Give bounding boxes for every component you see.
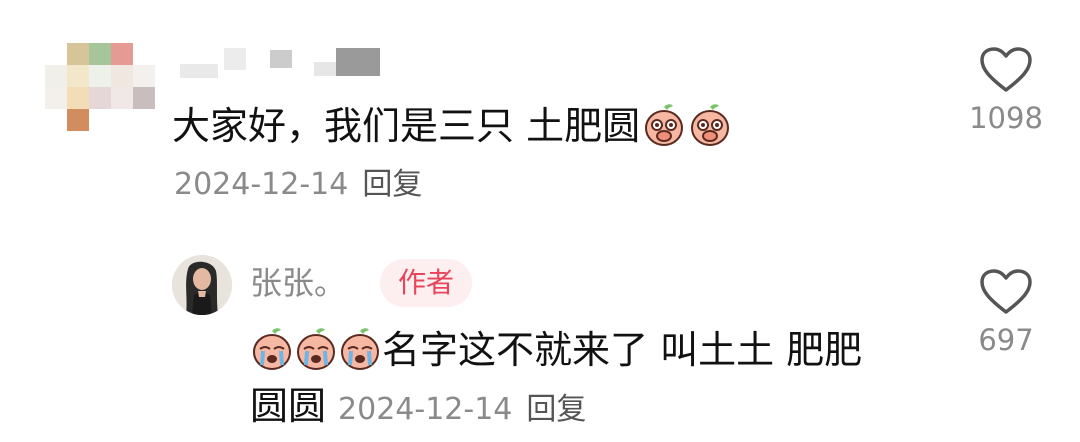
author-badge: 作者 <box>380 259 473 307</box>
reply-text: 名字这不就来了 叫土土 肥肥 圆圆 2024-12-14 回复 <box>250 322 950 438</box>
comment-thread: 大家好，我们是三只 土肥圆 2024-12-14 回复 1098 张张。 作者 名… <box>0 0 1080 442</box>
like-count: 1098 <box>969 101 1043 135</box>
peach-cover-face-emoji <box>642 103 686 147</box>
comment-text: 大家好，我们是三只 土肥圆 <box>172 100 732 152</box>
reply-date: 2024-12-14 <box>338 392 513 427</box>
heart-icon[interactable] <box>966 268 1046 316</box>
comment-meta: 2024-12-14 回复 <box>174 165 422 205</box>
reply-avatar[interactable] <box>172 255 232 315</box>
reply-username[interactable]: 张张。 <box>250 263 346 303</box>
peach-crying-emoji <box>250 327 294 371</box>
reply-text-line2: 圆圆 <box>250 384 327 428</box>
reply-reply-button[interactable]: 回复 <box>526 392 586 427</box>
peach-cover-face-emoji <box>688 103 732 147</box>
comment-date: 2024-12-14 <box>174 167 349 202</box>
reply-meta: 2024-12-14 回复 <box>338 392 586 427</box>
commenter-username-redacted[interactable] <box>180 44 380 80</box>
peach-crying-emoji <box>338 327 382 371</box>
comment-text-content: 大家好，我们是三只 土肥圆 <box>172 104 641 148</box>
comment-reply-button[interactable]: 回复 <box>362 167 422 202</box>
reply-like[interactable]: 697 <box>966 268 1046 358</box>
peach-crying-emoji <box>294 327 338 371</box>
comment-like[interactable]: 1098 <box>966 46 1046 136</box>
commenter-avatar[interactable] <box>45 43 157 133</box>
like-count: 697 <box>978 323 1034 357</box>
heart-icon[interactable] <box>966 46 1046 94</box>
reply-text-line1: 名字这不就来了 叫土土 肥肥 <box>382 328 863 372</box>
